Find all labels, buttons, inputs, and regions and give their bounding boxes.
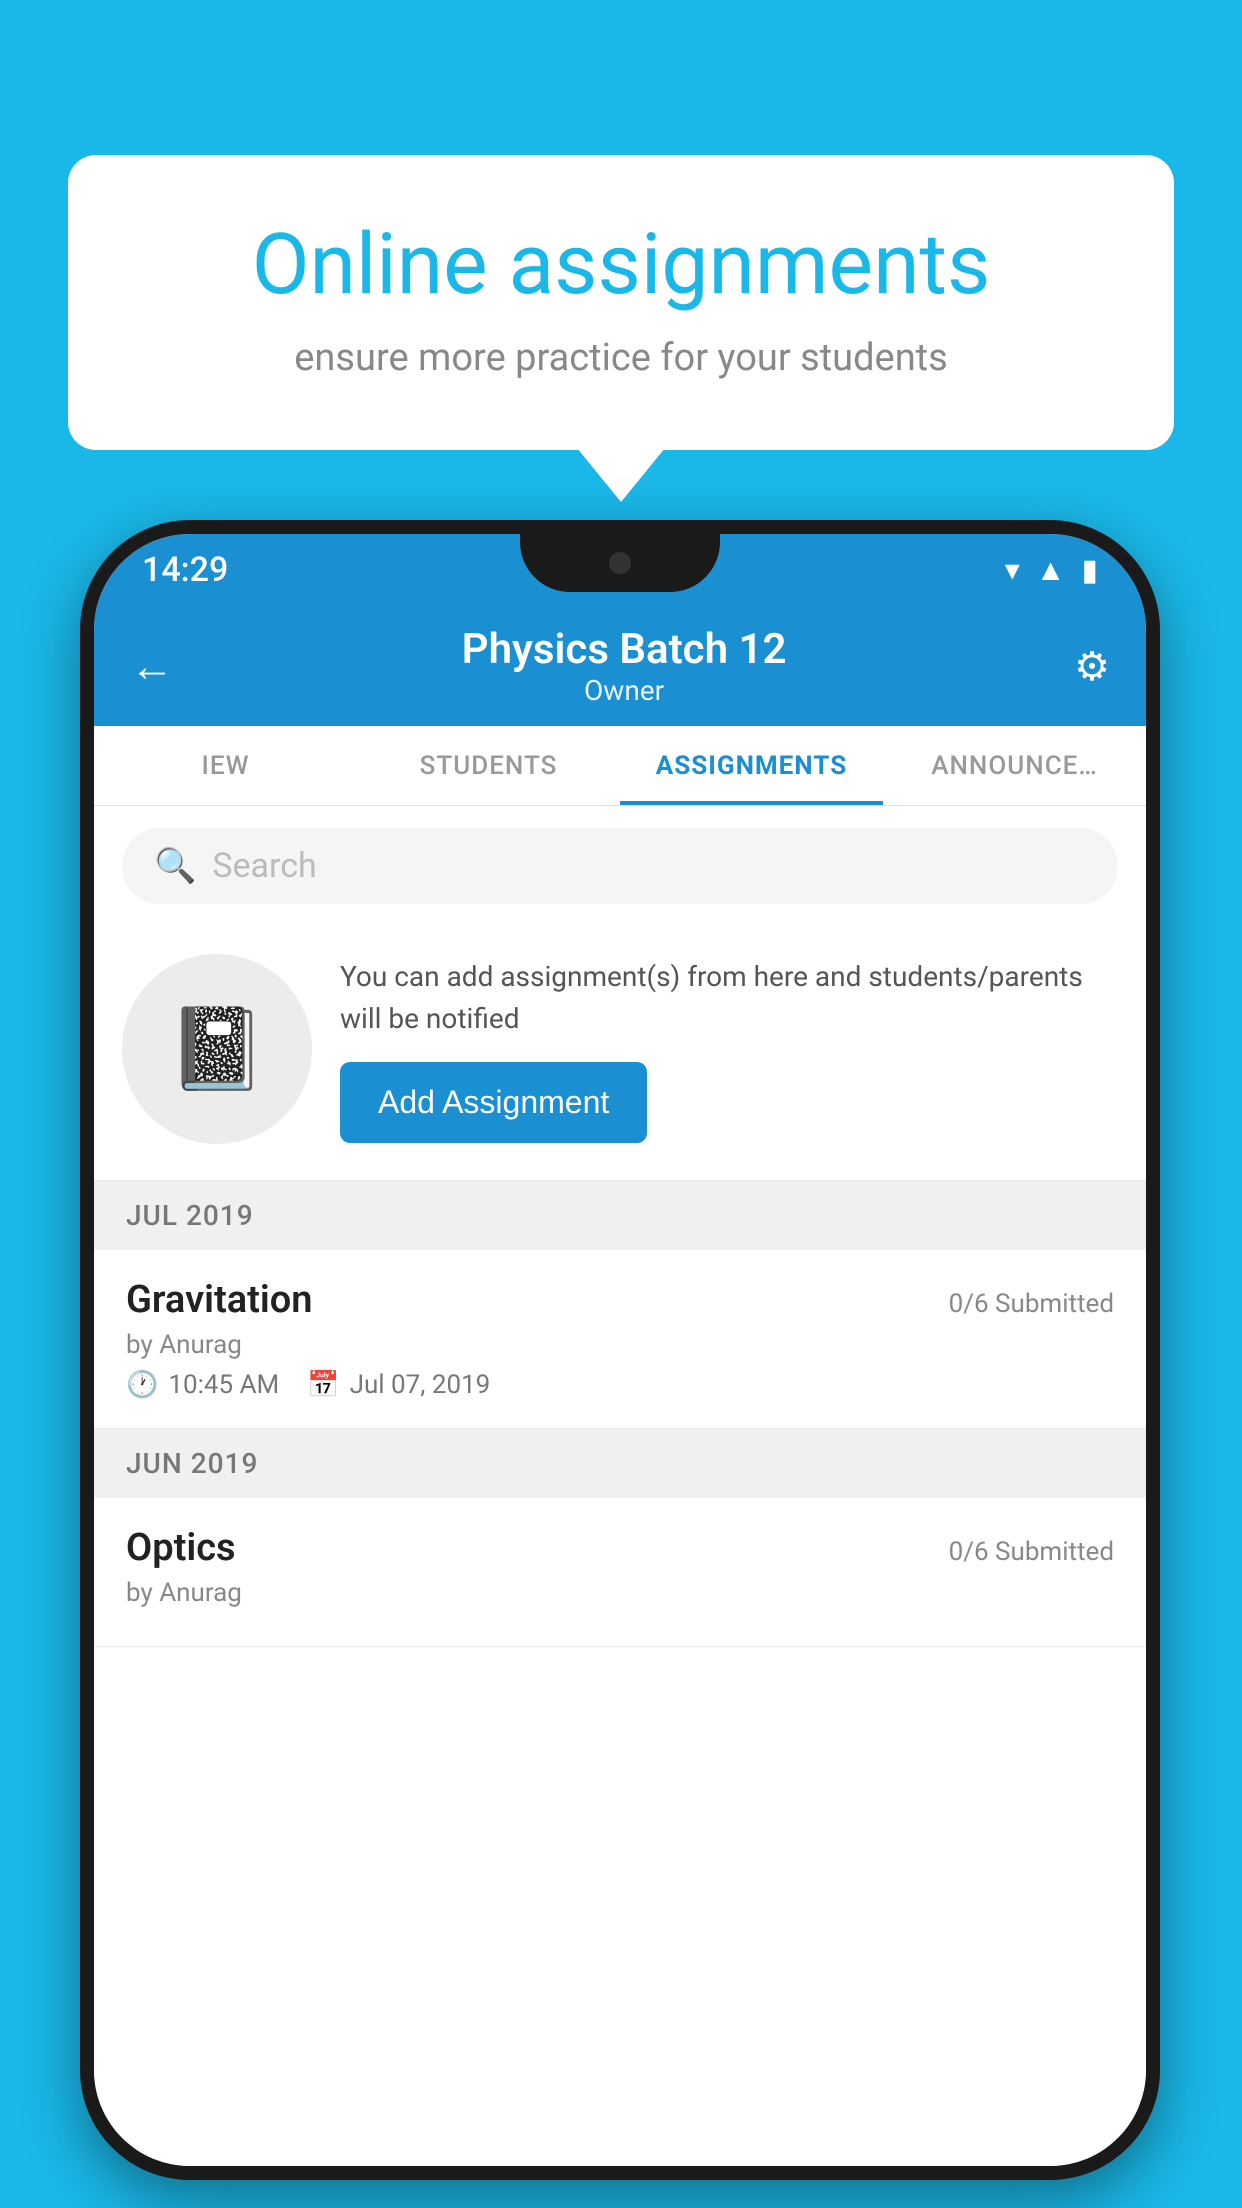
assignment-meta: 🕐 10:45 AM 📅 Jul 07, 2019 bbox=[126, 1370, 1114, 1400]
assignment-row1-optics: Optics 0/6 Submitted bbox=[126, 1526, 1114, 1570]
assignment-name: Gravitation bbox=[126, 1278, 313, 1322]
tab-students[interactable]: STUDENTS bbox=[357, 726, 620, 805]
assignment-time: 🕐 10:45 AM bbox=[126, 1370, 279, 1400]
header-center: Physics Batch 12 Owner bbox=[462, 625, 787, 707]
back-button[interactable]: ← bbox=[130, 640, 174, 692]
tab-assignments[interactable]: ASSIGNMENTS bbox=[620, 726, 883, 805]
promo-subtitle: ensure more practice for your students bbox=[138, 336, 1104, 380]
add-assignment-section: 📓 You can add assignment(s) from here an… bbox=[94, 926, 1146, 1181]
tabs-bar: IEW STUDENTS ASSIGNMENTS ANNOUNCE… bbox=[94, 726, 1146, 806]
search-placeholder: Search bbox=[212, 846, 316, 886]
assignment-icon-circle: 📓 bbox=[122, 954, 312, 1144]
notch bbox=[520, 534, 720, 592]
assignment-by-optics: by Anurag bbox=[126, 1578, 1114, 1608]
promo-title: Online assignments bbox=[138, 215, 1104, 314]
assignment-date: 📅 Jul 07, 2019 bbox=[307, 1370, 490, 1400]
tab-iew[interactable]: IEW bbox=[94, 726, 357, 805]
assignment-row1: Gravitation 0/6 Submitted bbox=[126, 1278, 1114, 1322]
app-header: ← Physics Batch 12 Owner ⚙ bbox=[94, 606, 1146, 726]
calendar-icon: 📅 bbox=[307, 1370, 339, 1400]
camera bbox=[609, 552, 631, 574]
assignment-item-optics[interactable]: Optics 0/6 Submitted by Anurag bbox=[94, 1498, 1146, 1647]
assignment-date-value: Jul 07, 2019 bbox=[350, 1370, 491, 1400]
assignment-submitted: 0/6 Submitted bbox=[949, 1289, 1114, 1319]
promo-card: Online assignments ensure more practice … bbox=[68, 155, 1174, 450]
assignment-info-text: You can add assignment(s) from here and … bbox=[340, 956, 1118, 1040]
month-header-jul: JUL 2019 bbox=[94, 1181, 1146, 1250]
phone-screen: 14:29 ▾ ▲ ▮ ← Physics Batch 12 Owner ⚙ I… bbox=[94, 534, 1146, 2166]
status-time: 14:29 bbox=[142, 550, 228, 590]
status-icons: ▾ ▲ ▮ bbox=[1005, 553, 1098, 588]
assignment-time-value: 10:45 AM bbox=[168, 1370, 279, 1400]
assignment-info: You can add assignment(s) from here and … bbox=[340, 956, 1118, 1143]
notebook-icon: 📓 bbox=[167, 1002, 267, 1096]
content-area: 🔍 Search 📓 You can add assignment(s) fro… bbox=[94, 806, 1146, 2166]
search-input-wrapper[interactable]: 🔍 Search bbox=[122, 828, 1118, 904]
month-header-jun: JUN 2019 bbox=[94, 1429, 1146, 1498]
assignment-item-gravitation[interactable]: Gravitation 0/6 Submitted by Anurag 🕐 10… bbox=[94, 1250, 1146, 1429]
assignment-by: by Anurag bbox=[126, 1330, 1114, 1360]
wifi-icon: ▾ bbox=[1005, 553, 1020, 588]
assignment-submitted-optics: 0/6 Submitted bbox=[949, 1537, 1114, 1567]
header-subtitle: Owner bbox=[462, 674, 787, 707]
tab-announcements[interactable]: ANNOUNCE… bbox=[883, 726, 1146, 805]
battery-icon: ▮ bbox=[1081, 553, 1098, 588]
search-icon: 🔍 bbox=[154, 846, 196, 886]
signal-icon: ▲ bbox=[1036, 553, 1066, 588]
settings-button[interactable]: ⚙ bbox=[1074, 643, 1110, 690]
clock-icon: 🕐 bbox=[126, 1370, 158, 1400]
header-title: Physics Batch 12 bbox=[462, 625, 787, 674]
assignment-name-optics: Optics bbox=[126, 1526, 236, 1570]
phone-frame: 14:29 ▾ ▲ ▮ ← Physics Batch 12 Owner ⚙ I… bbox=[80, 520, 1160, 2180]
status-bar: 14:29 ▾ ▲ ▮ bbox=[94, 534, 1146, 606]
add-assignment-button[interactable]: Add Assignment bbox=[340, 1062, 647, 1143]
search-bar: 🔍 Search bbox=[94, 806, 1146, 926]
